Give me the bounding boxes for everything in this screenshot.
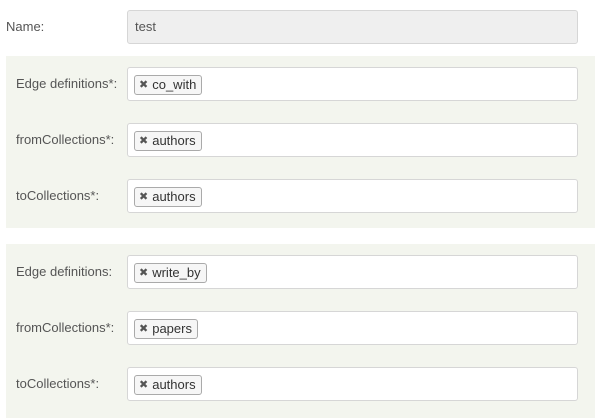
edge-definitions-label: Edge definitions: — [16, 264, 113, 279]
to-collections-field[interactable]: ✖ authors — [127, 179, 578, 213]
tag-label: write_by — [152, 265, 201, 280]
collection-tag[interactable]: ✖ papers — [134, 319, 198, 339]
name-value: test — [135, 19, 156, 34]
to-collections-field[interactable]: ✖ authors — [127, 367, 578, 401]
collection-tag[interactable]: ✖ authors — [134, 187, 202, 207]
close-icon[interactable]: ✖ — [139, 320, 148, 338]
name-label: Name: — [6, 19, 45, 34]
to-collections-label: toCollections*: — [16, 376, 100, 391]
to-collections-row-2: toCollections*: ✖ authors — [0, 367, 595, 401]
edge-definitions-row-1: Edge definitions*: ✖ co_with — [0, 67, 595, 101]
close-icon[interactable]: ✖ — [139, 76, 148, 94]
close-icon[interactable]: ✖ — [139, 376, 148, 394]
edge-definitions-field[interactable]: ✖ write_by — [127, 255, 578, 289]
tag-label: papers — [152, 321, 192, 336]
tag-label: authors — [152, 377, 196, 392]
tag-label: authors — [152, 189, 196, 204]
from-collections-label: fromCollections*: — [16, 132, 115, 147]
edge-definitions-label: Edge definitions*: — [16, 76, 118, 91]
close-icon[interactable]: ✖ — [139, 264, 148, 282]
edge-definition-tag[interactable]: ✖ write_by — [134, 263, 207, 283]
from-collections-label: fromCollections*: — [16, 320, 115, 335]
close-icon[interactable]: ✖ — [139, 132, 148, 150]
to-collections-row-1: toCollections*: ✖ authors — [0, 179, 595, 213]
tag-label: authors — [152, 133, 196, 148]
edge-definitions-row-2: Edge definitions: ✖ write_by — [0, 255, 595, 289]
collection-tag[interactable]: ✖ authors — [134, 131, 202, 151]
from-collections-field[interactable]: ✖ papers — [127, 311, 578, 345]
tag-label: co_with — [152, 77, 197, 92]
from-collections-row-2: fromCollections*: ✖ papers — [0, 311, 595, 345]
from-collections-row-1: fromCollections*: ✖ authors — [0, 123, 595, 157]
collection-tag[interactable]: ✖ authors — [134, 375, 202, 395]
edge-definitions-field[interactable]: ✖ co_with — [127, 67, 578, 101]
from-collections-field[interactable]: ✖ authors — [127, 123, 578, 157]
name-field[interactable]: test — [127, 10, 578, 44]
to-collections-label: toCollections*: — [16, 188, 100, 203]
close-icon[interactable]: ✖ — [139, 188, 148, 206]
name-row: Name: test — [0, 10, 595, 44]
edge-definition-tag[interactable]: ✖ co_with — [134, 75, 203, 95]
